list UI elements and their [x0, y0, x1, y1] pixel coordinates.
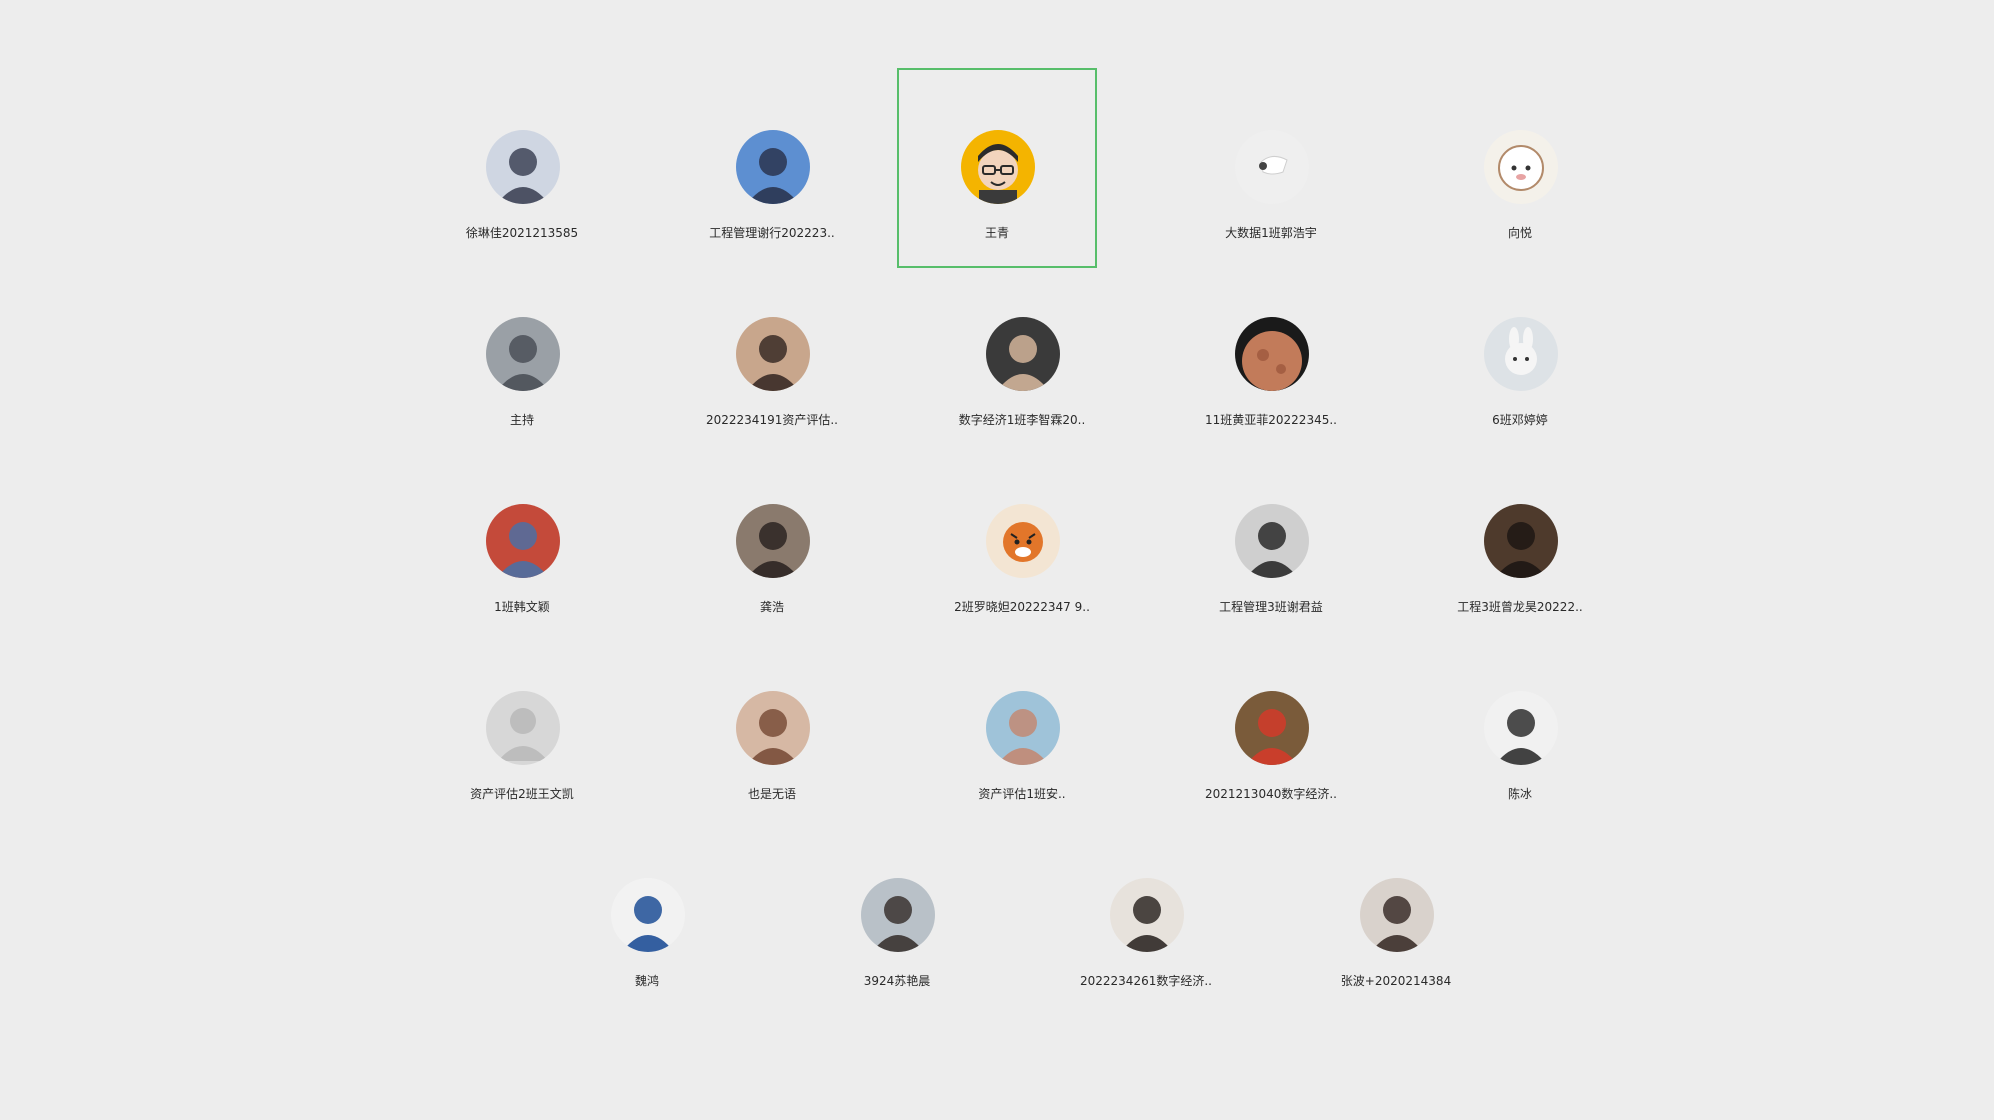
member-tile[interactable]: 向悦: [1420, 68, 1620, 268]
member-tile[interactable]: 2022234191资产评估..: [672, 255, 872, 455]
member-name-label: 龚浩: [759, 600, 784, 614]
man-in-water-avatar-icon[interactable]: [986, 691, 1060, 765]
dog-photo-avatar-icon[interactable]: [1110, 878, 1184, 952]
member-name-label: 数字经济1班李智霖20..: [958, 413, 1086, 427]
member-tile[interactable]: 徐琳佳2021213585: [422, 68, 622, 268]
member-tile[interactable]: 工程3班曾龙昊20222..: [1420, 442, 1620, 642]
girl-portrait-avatar-icon[interactable]: [736, 317, 810, 391]
default-person-avatar-icon[interactable]: [486, 691, 560, 765]
member-name-label: 2班罗晓妲20222347 9..: [954, 600, 1090, 614]
member-name-label: 2022234261数字经济..: [1080, 974, 1212, 988]
member-tile[interactable]: 工程管理谢行202223..: [672, 68, 872, 268]
cartoon-tiger-avatar-icon[interactable]: [986, 504, 1060, 578]
member-name-label: 也是无语: [747, 787, 796, 801]
white-object-avatar-icon[interactable]: [1235, 130, 1309, 204]
member-tile[interactable]: 魏鸿: [547, 816, 747, 1016]
member-tile[interactable]: 资产评估2班王文凯: [422, 629, 622, 829]
member-name-label: 徐琳佳2021213585: [465, 226, 579, 240]
member-name-label: 6班邓婷婷: [1492, 413, 1548, 427]
member-tile[interactable]: 数字经济1班李智霖20..: [922, 255, 1122, 455]
cartoon-characters-avatar-icon[interactable]: [1235, 691, 1309, 765]
young-man-portrait-avatar-icon[interactable]: [861, 878, 935, 952]
anime-dark-hair-avatar-icon[interactable]: [486, 130, 560, 204]
face-closeup-avatar-icon[interactable]: [736, 691, 810, 765]
member-tile[interactable]: 6班邓婷婷: [1420, 255, 1620, 455]
cartoon-glasses-avatar-icon[interactable]: [961, 130, 1035, 204]
member-name-label: 张波+2020214384: [1340, 974, 1452, 988]
member-tile[interactable]: 也是无语: [672, 629, 872, 829]
member-name-label: 3924苏艳晨: [863, 974, 931, 988]
member-name-label: 工程管理3班谢君益: [1219, 600, 1323, 614]
member-tile[interactable]: 王青: [897, 68, 1097, 268]
member-tile[interactable]: 主持: [422, 255, 622, 455]
member-name-label: 向悦: [1507, 226, 1532, 240]
member-tile[interactable]: 大数据1班郭浩宇: [1171, 68, 1371, 268]
planet-avatar-icon[interactable]: [1235, 317, 1309, 391]
grey-portrait-avatar-icon[interactable]: [486, 317, 560, 391]
member-tile[interactable]: 11班黄亚菲20222345..: [1171, 255, 1371, 455]
member-name-label: 11班黄亚菲20222345..: [1205, 413, 1337, 427]
bw-man-portrait-avatar-icon[interactable]: [1235, 504, 1309, 578]
member-name-label: 主持: [509, 413, 534, 427]
member-name-label: 大数据1班郭浩宇: [1225, 226, 1317, 240]
dark-man-portrait-avatar-icon[interactable]: [986, 317, 1060, 391]
dark-portrait-avatar-icon[interactable]: [1484, 504, 1558, 578]
member-tile[interactable]: 3924苏艳晨: [797, 816, 997, 1016]
member-tile[interactable]: 2022234261数字经济..: [1046, 816, 1246, 1016]
man-blue-shirt-avatar-icon[interactable]: [611, 878, 685, 952]
snowy-mountain-photo-avatar-icon[interactable]: [736, 130, 810, 204]
member-name-label: 魏鸿: [634, 974, 659, 988]
cartoon-couple-avatar-icon[interactable]: [486, 504, 560, 578]
cartoon-sheep-avatar-icon[interactable]: [1484, 130, 1558, 204]
member-name-label: 工程管理谢行202223..: [709, 226, 835, 240]
member-name-label: 王青: [984, 226, 1009, 240]
member-name-label: 资产评估1班安..: [978, 787, 1066, 801]
member-tile[interactable]: 2班罗晓妲20222347 9..: [922, 442, 1122, 642]
member-tile[interactable]: 陈冰: [1420, 629, 1620, 829]
member-tile[interactable]: 工程管理3班谢君益: [1171, 442, 1371, 642]
member-grid: 徐琳佳2021213585 工程管理谢行202223.. 王青 大数据1班郭浩宇 …: [0, 0, 1994, 1120]
member-name-label: 2022234191资产评估..: [706, 413, 838, 427]
couple-photo-avatar-icon[interactable]: [1360, 878, 1434, 952]
woman-portrait-avatar-icon[interactable]: [1484, 691, 1558, 765]
cartoon-rabbit-avatar-icon[interactable]: [1484, 317, 1558, 391]
member-tile[interactable]: 2021213040数字经济..: [1171, 629, 1371, 829]
hair-closeup-avatar-icon[interactable]: [736, 504, 810, 578]
member-tile[interactable]: 张波+2020214384: [1296, 816, 1496, 1016]
meeting-member-grid-page: 徐琳佳2021213585 工程管理谢行202223.. 王青 大数据1班郭浩宇 …: [0, 0, 1994, 1120]
member-name-label: 资产评估2班王文凯: [470, 787, 574, 801]
member-name-label: 陈冰: [1507, 787, 1532, 801]
member-tile[interactable]: 资产评估1班安..: [922, 629, 1122, 829]
member-tile[interactable]: 龚浩: [672, 442, 872, 642]
member-name-label: 1班韩文颖: [494, 600, 550, 614]
member-name-label: 2021213040数字经济..: [1205, 787, 1337, 801]
member-name-label: 工程3班曾龙昊20222..: [1457, 600, 1583, 614]
member-tile[interactable]: 1班韩文颖: [422, 442, 622, 642]
